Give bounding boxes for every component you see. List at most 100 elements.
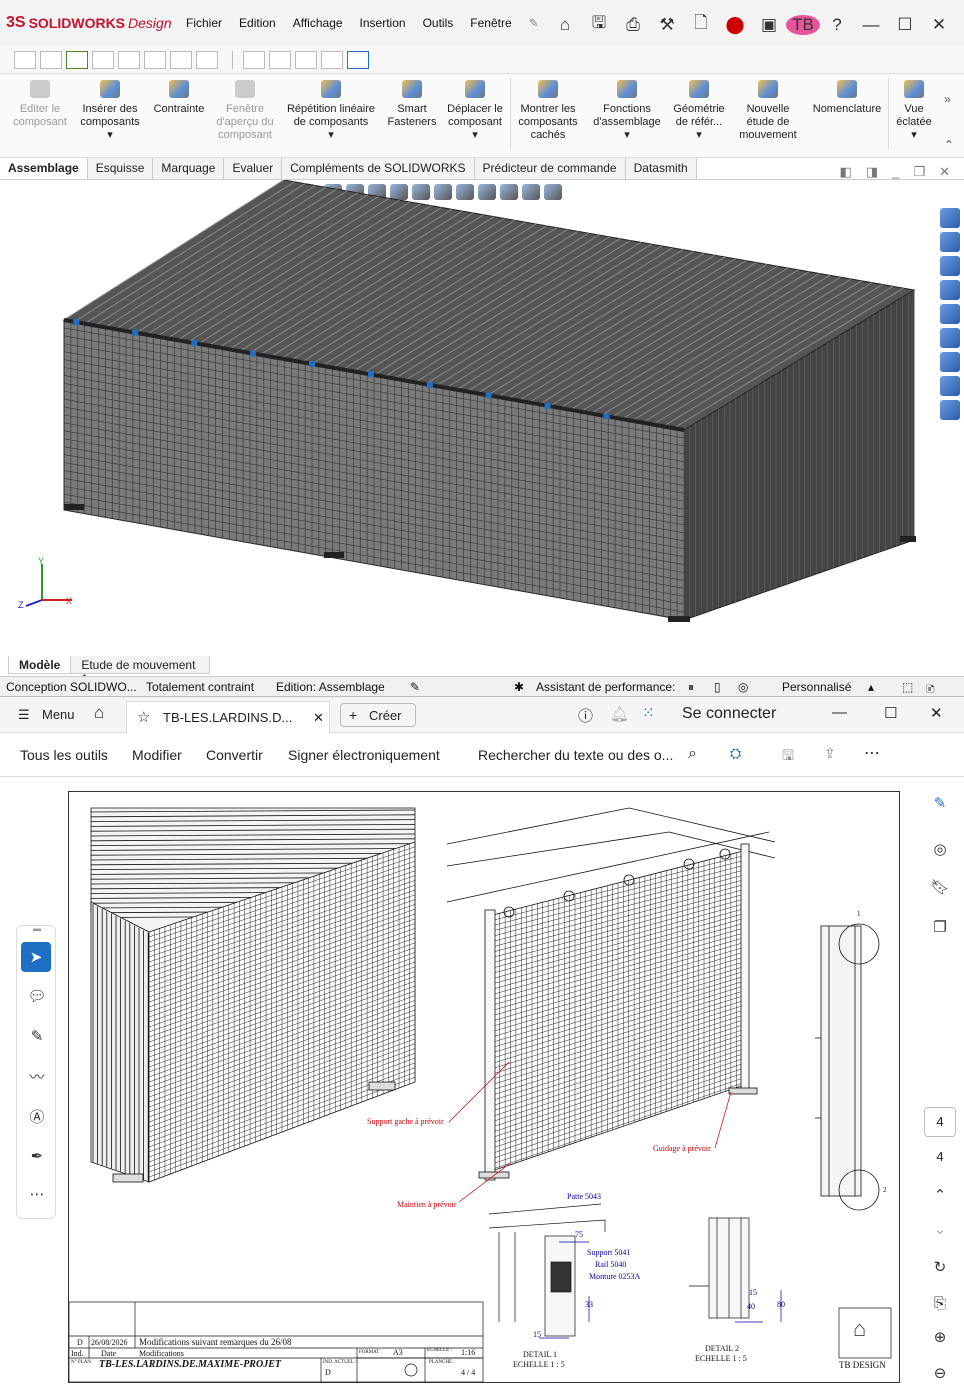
more-tools-icon[interactable]: ⋯ — [25, 1182, 49, 1206]
star-icon[interactable]: ☆ — [137, 708, 150, 726]
home-icon[interactable]: ⌂ — [94, 703, 104, 723]
terminal-icon[interactable]: ▣ — [752, 15, 786, 35]
drag-handle-icon[interactable]: ▬ — [25, 924, 49, 933]
comment-icon[interactable]: 💬︎ — [25, 984, 49, 1008]
options-icon[interactable]: ⚒ — [650, 15, 684, 35]
qat-tool-icon[interactable] — [92, 50, 114, 69]
qat-tool-icon[interactable] — [269, 50, 291, 69]
upload-icon[interactable]: ⇪ — [824, 745, 836, 762]
bookmarks-icon[interactable]: 🔖︎ — [928, 875, 952, 899]
ribbon-fenetre-apercu[interactable]: Fenêtre d'aperçu du composant — [214, 78, 276, 142]
units-icon[interactable]: ⬚ — [902, 680, 913, 694]
edit-sketch-icon[interactable]: ✎ — [410, 680, 420, 694]
draw-freehand-icon[interactable]: 〰 — [25, 1064, 49, 1088]
tab-datasmith[interactable]: Datasmith — [625, 158, 697, 179]
ribbon-collapse-icon[interactable]: ⌃ — [944, 138, 954, 152]
tab-etude-mouvement[interactable]: Etude de mouvement 1 — [70, 656, 211, 686]
ribbon-vue-eclatee[interactable]: Vue éclatée ▾ — [892, 78, 936, 142]
close-tab-icon[interactable]: ✕ — [313, 710, 324, 726]
menu-insertion[interactable]: Insertion — [360, 16, 406, 30]
design-library-icon[interactable] — [940, 232, 960, 252]
tile-left-icon[interactable]: ◧ — [840, 164, 852, 180]
sign-in-button[interactable]: Se connecter — [682, 705, 776, 723]
maximize-icon[interactable]: ☐ — [888, 15, 922, 35]
help-icon[interactable]: ⓘ — [578, 705, 593, 726]
doc-close-icon[interactable]: ✕ — [939, 164, 950, 180]
close-icon[interactable]: ✕ — [930, 704, 943, 722]
tile-right-icon[interactable]: ◨ — [866, 164, 878, 180]
comments-panel-icon[interactable]: ◎ — [928, 837, 952, 861]
appearances-icon[interactable] — [940, 328, 960, 348]
tab-predicteur[interactable]: Prédicteur de commande — [474, 158, 626, 179]
tool-convertir[interactable]: Convertir — [206, 747, 263, 763]
menu-outils[interactable]: Outils — [423, 16, 454, 30]
file-explorer-icon[interactable] — [940, 256, 960, 276]
ribbon-contrainte[interactable]: Contrainte — [146, 78, 212, 116]
qat-tool-icon[interactable] — [118, 50, 140, 69]
ribbon-montrer-caches[interactable]: Montrer les composants cachés — [514, 78, 582, 142]
tab-evaluer[interactable]: Evaluer — [224, 158, 283, 179]
qat-tool-icon[interactable] — [170, 50, 192, 69]
previous-page-icon[interactable]: ⌃ — [928, 1183, 952, 1207]
select-cursor-icon[interactable]: ➤ — [21, 942, 51, 972]
pin-icon[interactable]: ✎ — [529, 16, 539, 30]
folder-icon[interactable] — [940, 280, 960, 300]
help-icon[interactable]: ? — [820, 15, 854, 35]
user-avatar[interactable]: TB — [786, 14, 820, 35]
tab-complements[interactable]: Compléments de SOLIDWORKS — [282, 158, 475, 179]
solidworks-logo[interactable]: 3S SOLIDWORKS Design — [6, 14, 176, 32]
perf-graphics-icon[interactable]: ▯ — [714, 680, 721, 694]
qat-tool-icon[interactable] — [14, 50, 36, 69]
qat-tool-icon[interactable] — [40, 50, 62, 69]
perf-rebuild-icon[interactable]: ⏸ — [688, 680, 694, 695]
forum-icon[interactable] — [940, 376, 960, 396]
pdf-page[interactable]: Support gache à prévoir Maintien à prévo… — [68, 791, 900, 1383]
tab-assemblage[interactable]: Assemblage — [0, 158, 88, 179]
save-icon[interactable]: 🖫 — [582, 10, 616, 39]
rotate-icon[interactable]: ↻ — [928, 1255, 952, 1279]
text-box-icon[interactable]: Ⓐ — [25, 1104, 49, 1128]
rebuild-icon[interactable]: ⬤ — [718, 15, 752, 35]
pages-icon[interactable]: ❐ — [928, 915, 952, 939]
fill-sign-icon[interactable]: ✒ — [25, 1144, 49, 1168]
ribbon-inserer-composants[interactable]: Insérer des composants ▾ — [76, 78, 144, 142]
menu-edition[interactable]: Edition — [239, 16, 276, 30]
next-page-icon[interactable]: ⌄ — [928, 1217, 952, 1241]
tab-modele[interactable]: Modèle — [8, 656, 72, 674]
tool-signer[interactable]: Signer électroniquement — [288, 747, 440, 763]
create-button[interactable]: + Créer — [340, 703, 416, 727]
ribbon-deplacer-composant[interactable]: Déplacer le composant ▾ — [442, 78, 508, 142]
toolbox-icon[interactable] — [940, 400, 960, 420]
ribbon-more-icon[interactable]: » — [944, 92, 951, 106]
more-options-icon[interactable]: ⋯ — [864, 743, 880, 763]
menu-affichage[interactable]: Affichage — [293, 16, 343, 30]
search-input[interactable]: Rechercher du texte ou des o... — [478, 747, 678, 763]
ribbon-nomenclature[interactable]: Nomenclature — [806, 78, 888, 116]
tab-esquisse[interactable]: Esquisse — [87, 158, 154, 179]
performance-icon[interactable]: ✱ — [514, 680, 524, 694]
tool-all-tools[interactable]: Tous les outils — [20, 747, 108, 763]
zoom-out-icon[interactable]: ⊖ — [928, 1361, 952, 1385]
document-tab[interactable]: ☆ TB-LES.LARDINS.D... ✕ — [126, 701, 330, 733]
print-icon[interactable]: ⎙ — [616, 15, 650, 35]
tab-marquage[interactable]: Marquage — [153, 158, 225, 179]
view-palette-icon[interactable] — [940, 304, 960, 324]
ribbon-geometrie-reference[interactable]: Géométrie de référ... ▾ — [668, 78, 730, 142]
ribbon-fonctions-assemblage[interactable]: Fonctions d'assemblage ▾ — [588, 78, 666, 142]
solidworks-resources-icon[interactable] — [940, 208, 960, 228]
search-icon[interactable]: ⌕ — [688, 745, 697, 763]
apps-icon[interactable]: ⁙ — [642, 704, 655, 722]
ai-assistant-icon[interactable]: ⛭ — [730, 745, 741, 762]
ribbon-editer-composant[interactable]: Editer le composant — [8, 78, 72, 129]
tool-modifier[interactable]: Modifier — [132, 747, 182, 763]
page-number-input[interactable]: 4 — [924, 1107, 956, 1137]
doc-restore-icon[interactable]: ❐ — [913, 164, 925, 180]
chevron-up-icon[interactable]: ▴ — [868, 680, 874, 694]
menu-fenetre[interactable]: Fenêtre — [470, 16, 511, 30]
qat-tool-icon[interactable] — [295, 50, 317, 69]
menu-button[interactable]: Menu — [42, 707, 75, 722]
ribbon-repetition-lineaire[interactable]: Répétition linéaire de composants ▾ — [280, 78, 382, 142]
doc-minimize-icon[interactable]: _ — [892, 164, 899, 180]
perf-display-icon[interactable]: ◎ — [738, 680, 748, 694]
minimize-icon[interactable]: — — [854, 15, 888, 35]
